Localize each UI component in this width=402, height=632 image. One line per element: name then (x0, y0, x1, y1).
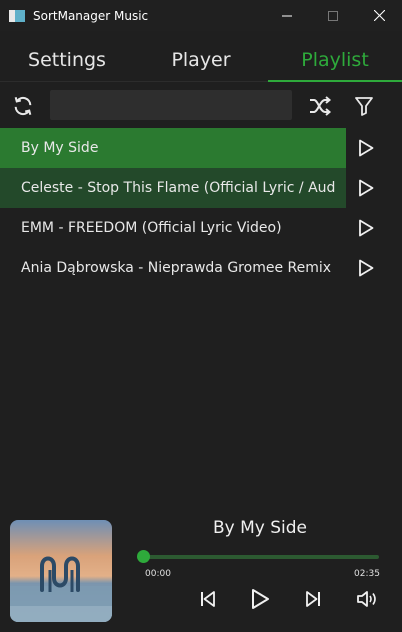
play-item-button[interactable] (346, 248, 386, 288)
maximize-button[interactable] (310, 0, 356, 31)
total-duration: 02:35 (354, 569, 380, 579)
tab-settings[interactable]: Settings (0, 38, 134, 82)
now-playing-title: By My Side (212, 518, 308, 538)
previous-button[interactable] (195, 586, 221, 612)
mini-player: By My Side 00:00 02:35 (0, 510, 402, 632)
refresh-icon (14, 96, 32, 116)
next-button[interactable] (300, 586, 326, 612)
shuffle-icon (310, 96, 332, 116)
playlist-item-title[interactable]: By My Side (0, 128, 346, 168)
playlist-item[interactable]: EMM - FREEDOM (Official Lyric Video) (0, 208, 402, 248)
seek-bar[interactable] (143, 555, 379, 559)
play-icon (359, 179, 374, 197)
skip-next-icon (306, 591, 320, 607)
title-bar: SortManager Music (0, 0, 402, 31)
elapsed-time: 00:00 (145, 569, 171, 579)
play-icon (359, 219, 374, 237)
app-icon (9, 9, 25, 22)
filter-button[interactable] (349, 91, 379, 121)
close-icon (373, 10, 385, 21)
active-tab-indicator (268, 80, 402, 82)
window-title: SortManager Music (33, 8, 149, 23)
maximize-icon (328, 10, 338, 21)
minimize-icon (282, 15, 292, 16)
tab-player[interactable]: Player (134, 38, 268, 82)
playlist-item-title[interactable]: EMM - FREEDOM (Official Lyric Video) (0, 208, 346, 248)
refresh-button[interactable] (8, 91, 38, 121)
volume-icon (357, 591, 376, 607)
volume-button[interactable] (354, 586, 380, 612)
search-input[interactable] (50, 90, 292, 120)
close-window-button[interactable] (356, 0, 402, 31)
tab-playlist[interactable]: Playlist (268, 38, 402, 82)
play-button[interactable] (247, 586, 273, 612)
play-item-button[interactable] (346, 208, 386, 248)
skip-previous-icon (201, 591, 215, 607)
album-art (10, 520, 112, 622)
play-icon (252, 589, 269, 609)
tab-bar: Settings Player Playlist (0, 38, 402, 82)
seek-handle[interactable] (137, 550, 150, 563)
playlist-item-title[interactable]: Ania Dąbrowska - Nieprawda Gromee Remix … (0, 248, 346, 288)
playlist-item-title[interactable]: Celeste - Stop This Flame (Official Lyri… (0, 168, 346, 208)
playlist-item[interactable]: Ania Dąbrowska - Nieprawda Gromee Remix … (0, 248, 402, 288)
play-item-button[interactable] (346, 128, 386, 168)
play-icon (359, 259, 374, 277)
play-item-button[interactable] (346, 168, 386, 208)
playlist-toolbar (0, 86, 402, 126)
minimize-button[interactable] (264, 0, 310, 31)
playlist-item[interactable]: By My Side (0, 128, 402, 168)
filter-icon (355, 97, 373, 116)
shuffle-button[interactable] (305, 91, 335, 121)
playlist-item[interactable]: Celeste - Stop This Flame (Official Lyri… (0, 168, 402, 208)
play-icon (359, 139, 374, 157)
